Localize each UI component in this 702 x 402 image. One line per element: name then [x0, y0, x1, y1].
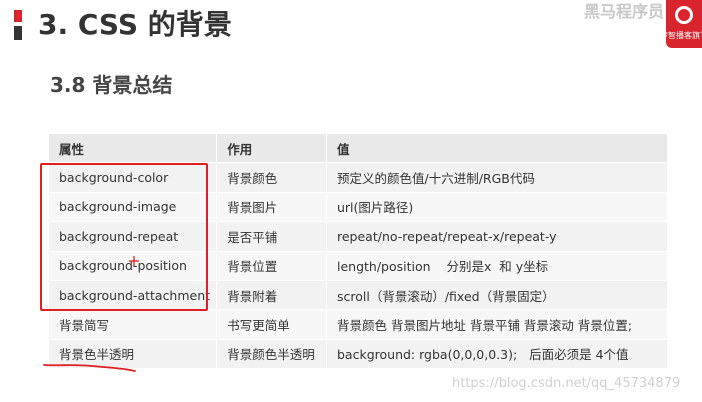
cell-property: 背景简写	[47, 309, 218, 340]
logo-badge: 传智播客旗下	[666, 0, 702, 48]
header-cell-property: 属性	[47, 132, 218, 164]
annotation-underline	[43, 364, 136, 372]
cell-function: 书写更简单	[216, 309, 327, 340]
cell-value: repeat/no-repeat/repeat-x/repeat-y	[326, 221, 668, 252]
cell-function: 是否平铺	[216, 221, 327, 252]
header-cell-function: 作用	[216, 132, 327, 164]
table-row: 背景色半透明 背景颜色半透明 background: rgba(0,0,0,0.…	[47, 338, 668, 370]
cursor-crosshair-icon	[129, 256, 139, 266]
slide-title: 3. CSS 的背景	[38, 8, 232, 41]
cell-function: 背景图片	[216, 191, 327, 223]
cell-value: length/position 分别是x 和 y坐标	[326, 250, 668, 281]
cell-function: 背景颜色	[216, 162, 327, 193]
title-marker	[14, 10, 22, 40]
logo-text: 黑马程序员	[583, 2, 664, 21]
brand-logo: 黑马程序员 传智播客旗下	[584, 0, 702, 52]
cell-value: 背景颜色 背景图片地址 背景平铺 背景滚动 背景位置;	[326, 309, 668, 340]
cell-value: url(图片路径)	[326, 191, 668, 223]
logo-subtext: 传智播客旗下	[666, 31, 702, 40]
logo-circle-icon	[675, 6, 693, 24]
cell-value: background: rgba(0,0,0,0.3); 后面必须是 4个值	[326, 338, 668, 370]
header-cell-value: 值	[326, 132, 668, 164]
cell-value: 预定义的颜色值/十六进制/RGB代码	[326, 162, 668, 193]
section-title: 3.8 背景总结	[50, 73, 173, 97]
annotation-highlight-box	[40, 163, 208, 311]
marker-dark-bar	[14, 26, 22, 40]
cell-function: 背景位置	[216, 250, 327, 281]
cell-function: 背景附着	[216, 279, 327, 311]
watermark-url: https://blog.csdn.net/qq_45734879	[452, 376, 681, 391]
table-row: 背景简写 书写更简单 背景颜色 背景图片地址 背景平铺 背景滚动 背景位置;	[47, 309, 668, 340]
cell-function: 背景颜色半透明	[216, 338, 327, 370]
table-header-row: 属性 作用 值	[47, 132, 668, 164]
cell-value: scroll（背景滚动）/fixed（背景固定）	[326, 279, 668, 311]
marker-red-bar	[14, 10, 22, 22]
